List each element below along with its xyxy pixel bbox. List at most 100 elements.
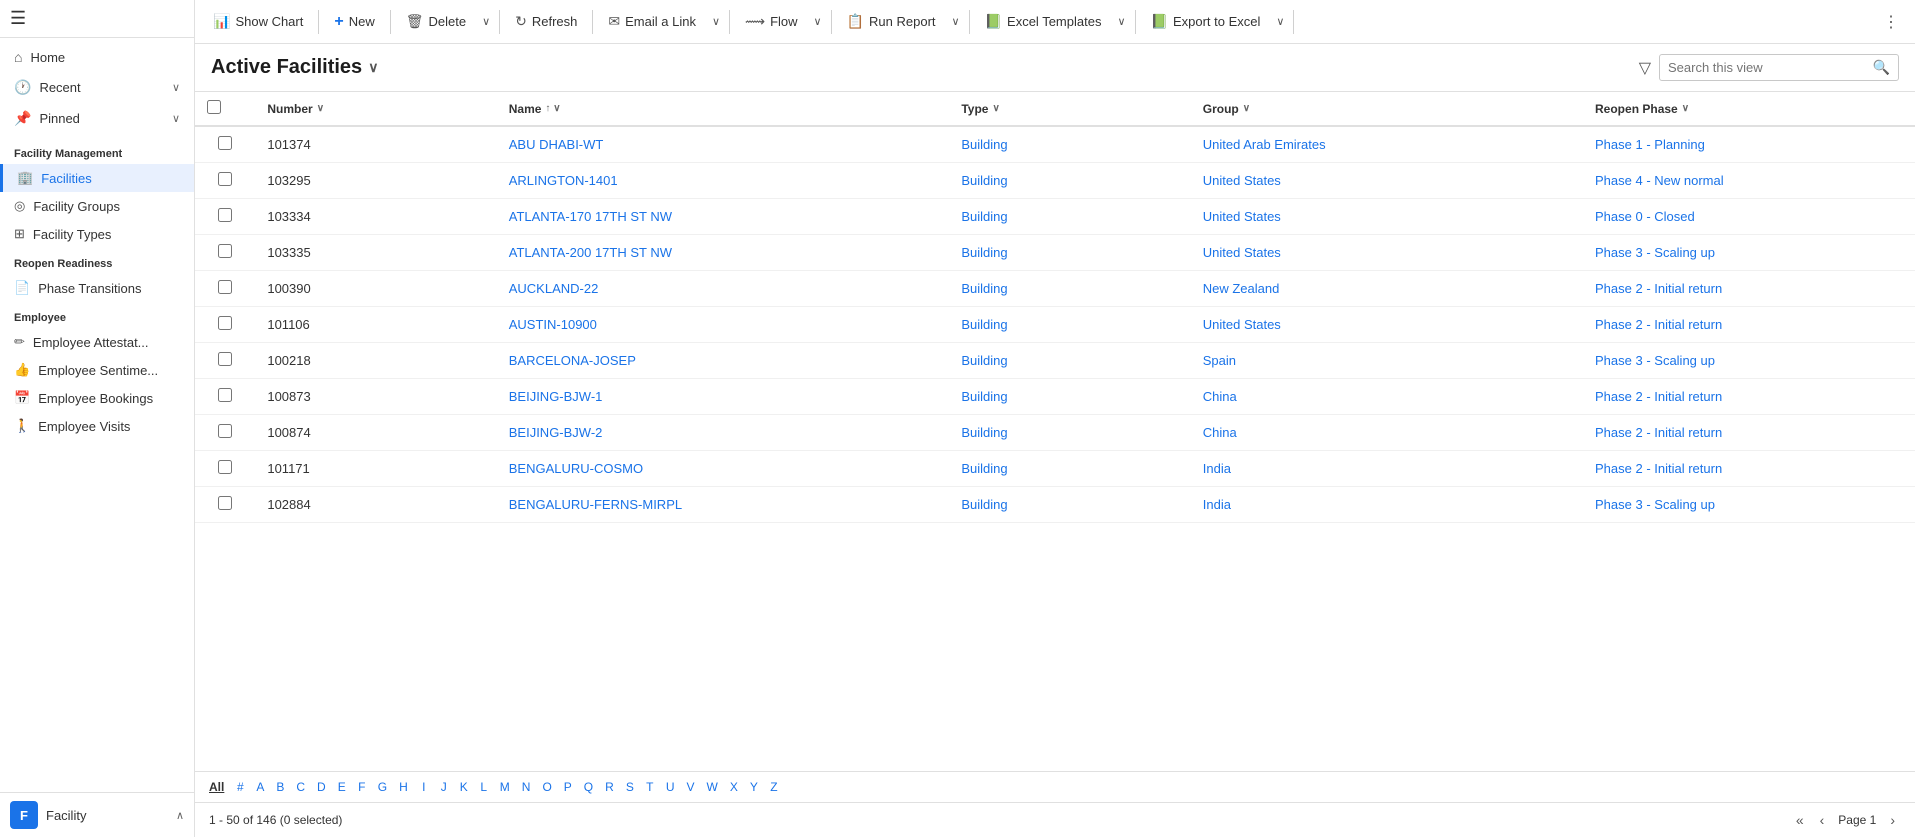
alpha-item-o[interactable]: O	[536, 776, 557, 798]
row-checkbox[interactable]	[218, 496, 232, 510]
row-checkbox[interactable]	[218, 208, 232, 222]
sidebar-item-employee-bookings[interactable]: 📅 Employee Bookings	[0, 384, 194, 412]
sidebar-item-pinned[interactable]: 📌 Pinned ∨	[0, 103, 194, 134]
row-type[interactable]: Building	[949, 343, 1190, 379]
alpha-item-m[interactable]: M	[494, 776, 516, 798]
row-group[interactable]: United States	[1191, 307, 1583, 343]
export-excel-button[interactable]: 📗 Export to Excel	[1141, 8, 1271, 35]
row-reopen-phase[interactable]: Phase 2 - Initial return	[1583, 451, 1915, 487]
alpha-item-q[interactable]: Q	[578, 776, 599, 798]
row-name[interactable]: AUSTIN-10900	[497, 307, 950, 343]
select-all-checkbox[interactable]	[207, 100, 221, 114]
row-type[interactable]: Building	[949, 451, 1190, 487]
row-checkbox[interactable]	[218, 424, 232, 438]
alpha-item-b[interactable]: B	[270, 776, 290, 798]
alpha-item-s[interactable]: S	[620, 776, 640, 798]
sidebar-item-employee-visits[interactable]: 🚶 Employee Visits	[0, 412, 194, 440]
row-type[interactable]: Building	[949, 415, 1190, 451]
row-group[interactable]: Spain	[1191, 343, 1583, 379]
row-checkbox[interactable]	[218, 244, 232, 258]
row-checkbox[interactable]	[218, 388, 232, 402]
run-report-button[interactable]: 📋 Run Report	[837, 8, 946, 35]
alpha-item-j[interactable]: J	[434, 776, 454, 798]
alpha-item-p[interactable]: P	[558, 776, 578, 798]
row-type[interactable]: Building	[949, 126, 1190, 163]
alpha-item-d[interactable]: D	[311, 776, 332, 798]
excel-templates-button[interactable]: 📗 Excel Templates	[975, 8, 1112, 35]
alpha-item-u[interactable]: U	[660, 776, 681, 798]
alpha-item-e[interactable]: E	[332, 776, 352, 798]
alpha-item-y[interactable]: Y	[744, 776, 764, 798]
row-checkbox[interactable]	[218, 280, 232, 294]
sidebar-item-facility-groups[interactable]: ◎ Facility Groups	[0, 192, 194, 220]
row-name[interactable]: ABU DHABI-WT	[497, 126, 950, 163]
alpha-item-t[interactable]: T	[640, 776, 660, 798]
refresh-button[interactable]: ↻ Refresh	[505, 8, 587, 35]
alpha-item-f[interactable]: F	[352, 776, 372, 798]
sidebar-item-facility-types[interactable]: ⊞ Facility Types	[0, 220, 194, 248]
sidebar-item-phase-transitions[interactable]: 📄 Phase Transitions	[0, 274, 194, 302]
row-name[interactable]: BEIJING-BJW-2	[497, 415, 950, 451]
name-column-header[interactable]: Name ↑ ∨	[497, 92, 950, 126]
row-group[interactable]: United States	[1191, 199, 1583, 235]
row-group[interactable]: United States	[1191, 235, 1583, 271]
group-column-header[interactable]: Group ∨	[1191, 92, 1583, 126]
alpha-item-all[interactable]: All	[203, 776, 230, 798]
export-excel-chevron[interactable]: ∨	[1272, 10, 1288, 33]
row-checkbox[interactable]	[218, 172, 232, 186]
flow-button[interactable]: ⟿ Flow	[735, 8, 808, 35]
row-reopen-phase[interactable]: Phase 2 - Initial return	[1583, 307, 1915, 343]
alpha-item-v[interactable]: V	[681, 776, 701, 798]
sidebar-item-employee-senti[interactable]: 👍 Employee Sentime...	[0, 356, 194, 384]
row-group[interactable]: New Zealand	[1191, 271, 1583, 307]
excel-templates-chevron[interactable]: ∨	[1113, 10, 1129, 33]
row-reopen-phase[interactable]: Phase 4 - New normal	[1583, 163, 1915, 199]
row-type[interactable]: Building	[949, 271, 1190, 307]
next-page-button[interactable]: ›	[1884, 809, 1901, 831]
row-checkbox[interactable]	[218, 460, 232, 474]
run-report-chevron[interactable]: ∨	[948, 10, 964, 33]
row-name[interactable]: ATLANTA-200 17TH ST NW	[497, 235, 950, 271]
sidebar-item-employee-attest[interactable]: ✏ Employee Attestat...	[0, 328, 194, 356]
more-options-button[interactable]: ⋮	[1875, 7, 1907, 37]
row-group[interactable]: China	[1191, 379, 1583, 415]
alpha-item-z[interactable]: Z	[764, 776, 784, 798]
row-type[interactable]: Building	[949, 487, 1190, 523]
row-reopen-phase[interactable]: Phase 2 - Initial return	[1583, 415, 1915, 451]
alpha-item-x[interactable]: X	[724, 776, 744, 798]
row-checkbox[interactable]	[218, 136, 232, 150]
filter-icon[interactable]: ▽	[1639, 58, 1651, 78]
row-group[interactable]: United Arab Emirates	[1191, 126, 1583, 163]
row-name[interactable]: AUCKLAND-22	[497, 271, 950, 307]
flow-chevron[interactable]: ∨	[810, 10, 826, 33]
row-checkbox[interactable]	[218, 316, 232, 330]
row-group[interactable]: China	[1191, 415, 1583, 451]
row-reopen-phase[interactable]: Phase 2 - Initial return	[1583, 379, 1915, 415]
alpha-item-l[interactable]: L	[474, 776, 494, 798]
show-chart-button[interactable]: 📊 Show Chart	[203, 8, 313, 35]
view-title-chevron-icon[interactable]: ∨	[368, 59, 378, 76]
chevron-up-icon[interactable]: ∧	[176, 809, 184, 822]
reopen-phase-column-header[interactable]: Reopen Phase ∨	[1583, 92, 1915, 126]
new-button[interactable]: + New	[324, 8, 384, 36]
delete-button[interactable]: 🗑 Delete	[396, 8, 476, 35]
row-type[interactable]: Building	[949, 199, 1190, 235]
row-checkbox[interactable]	[218, 352, 232, 366]
row-name[interactable]: BARCELONA-JOSEP	[497, 343, 950, 379]
alpha-item-k[interactable]: K	[454, 776, 474, 798]
number-column-header[interactable]: Number ∨	[255, 92, 496, 126]
type-column-header[interactable]: Type ∨	[949, 92, 1190, 126]
alpha-item-g[interactable]: G	[372, 776, 393, 798]
row-reopen-phase[interactable]: Phase 0 - Closed	[1583, 199, 1915, 235]
hamburger-icon[interactable]: ☰	[10, 8, 26, 28]
first-page-button[interactable]: «	[1790, 809, 1810, 831]
alpha-item-i[interactable]: I	[414, 776, 434, 798]
sidebar-item-facilities[interactable]: 🏢 Facilities	[0, 164, 194, 192]
row-reopen-phase[interactable]: Phase 3 - Scaling up	[1583, 235, 1915, 271]
alpha-item-n[interactable]: N	[516, 776, 537, 798]
row-group[interactable]: United States	[1191, 163, 1583, 199]
row-reopen-phase[interactable]: Phase 2 - Initial return	[1583, 271, 1915, 307]
row-name[interactable]: BENGALURU-COSMO	[497, 451, 950, 487]
email-chevron[interactable]: ∨	[708, 10, 724, 33]
row-type[interactable]: Building	[949, 307, 1190, 343]
